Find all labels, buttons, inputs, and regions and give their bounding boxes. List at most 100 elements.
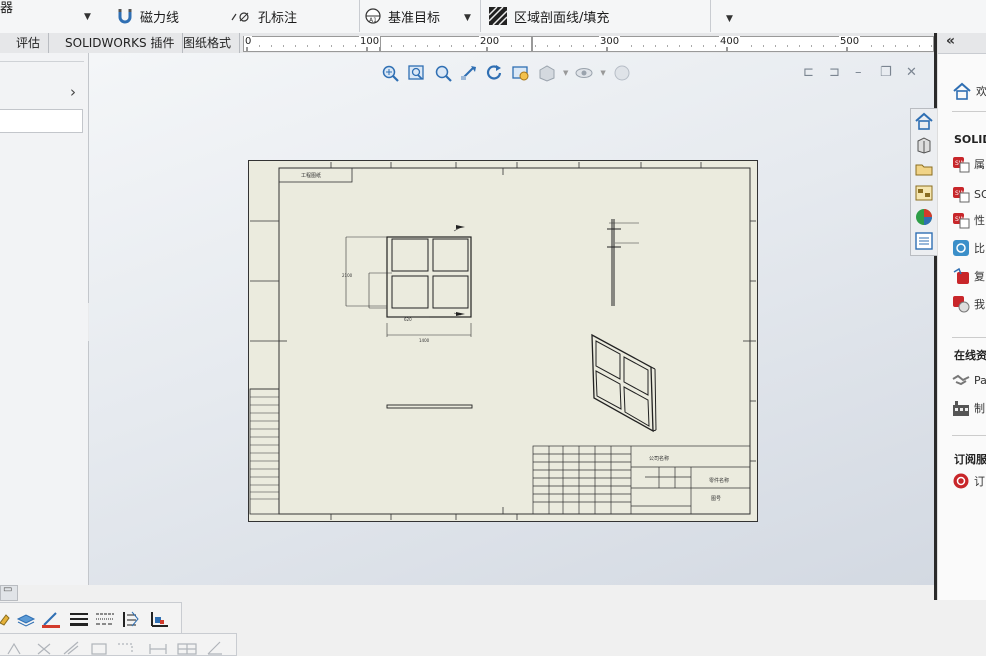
- online-resource-label: 制: [974, 402, 985, 415]
- collapse-pane-icon[interactable]: «: [946, 33, 955, 49]
- zoom-to-fit-icon[interactable]: [381, 64, 401, 82]
- line-format-icons: [0, 611, 168, 628]
- zoom-to-area-icon[interactable]: [407, 64, 427, 82]
- online-resource-item[interactable]: 制: [952, 397, 985, 419]
- display-style-icon[interactable]: [537, 64, 557, 82]
- sketch-tool-icon[interactable]: [177, 643, 197, 655]
- svg-text:零件名称: 零件名称: [709, 477, 729, 484]
- feature-manager-panel: ›: [0, 53, 89, 585]
- magnetic-line-label: 磁力线: [140, 10, 180, 26]
- ruler-label: 400: [719, 36, 741, 47]
- task-pane: « 欢 SOLIDV SW 属 SW SO SW 性 比 复 我 在线资 Pa …: [937, 33, 986, 600]
- chevron-right-icon[interactable]: ›: [70, 83, 76, 101]
- chevron-down-icon[interactable]: ▼: [726, 14, 733, 24]
- online-resource-item[interactable]: Pa: [952, 369, 986, 391]
- subscription-icon: [953, 473, 969, 489]
- ruler-label: 200: [479, 36, 501, 47]
- sketch-tool-icon[interactable]: [118, 643, 133, 654]
- line-style-icon[interactable]: [96, 613, 114, 625]
- chevron-down-icon[interactable]: ▼: [464, 13, 471, 23]
- layer-properties-icon[interactable]: [16, 614, 36, 624]
- hole-callout-label: 孔标注: [258, 10, 298, 26]
- file-explorer-icon[interactable]: [914, 159, 934, 179]
- hatch-icon: [488, 6, 508, 26]
- chevron-down-icon[interactable]: ▼: [84, 12, 91, 22]
- previous-view-icon[interactable]: [433, 64, 453, 82]
- datum-target-button[interactable]: A1 基准目标: [364, 4, 440, 28]
- home-icon: [953, 82, 971, 100]
- resource-item[interactable]: 复: [952, 265, 985, 287]
- sketch-tool-icon[interactable]: [207, 641, 222, 655]
- ruler-label: 0: [244, 36, 253, 47]
- svg-text:图号: 图号: [711, 496, 721, 502]
- home-icon[interactable]: [914, 111, 934, 131]
- ribbon-separator: [710, 0, 711, 32]
- chevron-down-icon[interactable]: ▼: [600, 69, 605, 77]
- close-icon[interactable]: ✕: [906, 65, 917, 80]
- line-thickness-icon[interactable]: [70, 613, 88, 626]
- section-heading: 在线资: [954, 349, 986, 362]
- pan-icon[interactable]: [459, 64, 479, 82]
- svg-text:620: 620: [404, 317, 412, 322]
- panel-expander[interactable]: ›: [0, 81, 84, 105]
- area-hatch-button[interactable]: 区域剖面线/填充: [488, 4, 609, 28]
- next-sheet-icon[interactable]: ⊐: [829, 65, 840, 80]
- line-color-icon[interactable]: [43, 612, 57, 626]
- ruler-label: 500: [839, 36, 861, 47]
- magnet-icon: [118, 9, 132, 24]
- view-orientation-icon[interactable]: [511, 64, 531, 82]
- drawing-sheet[interactable]: 工程图纸 2100 1400 620 公司名称 零件名称 图号: [248, 160, 758, 522]
- tab-sheet-format[interactable]: 图纸格式: [175, 33, 241, 53]
- color-display-mode-icon[interactable]: [151, 612, 168, 627]
- svg-text:工程图纸: 工程图纸: [301, 172, 321, 179]
- layer-icon[interactable]: [0, 614, 10, 626]
- resource-label: SO: [974, 187, 986, 201]
- rotate-view-icon[interactable]: [485, 64, 505, 82]
- model-tab[interactable]: ▭: [0, 584, 18, 601]
- solidworks-resource-icon: SW: [953, 187, 970, 203]
- resource-item[interactable]: SW SO: [952, 183, 986, 205]
- command-ribbon: 器 ▼ 磁力线 孔标注 A1 基准目标 ▼ 区域剖面线/填充 ▼: [0, 0, 986, 34]
- hide-show-items-icon[interactable]: [574, 64, 594, 82]
- partial-tool-label[interactable]: 器: [0, 0, 13, 18]
- divider: [0, 61, 84, 62]
- sketch-tools-toolbar: [0, 633, 237, 656]
- resource-item[interactable]: SW 性: [952, 209, 985, 231]
- view-palette-icon[interactable]: [914, 183, 934, 203]
- magnetic-line-button[interactable]: 磁力线: [116, 4, 179, 28]
- subscription-item[interactable]: 订: [952, 470, 985, 492]
- restore-icon[interactable]: ❐: [880, 65, 892, 80]
- sketch-tool-icon[interactable]: [7, 642, 21, 655]
- resource-item[interactable]: 我: [952, 293, 985, 315]
- tab-evaluate[interactable]: 评估: [8, 33, 50, 53]
- ribbon-separator: [480, 0, 481, 32]
- partner-handshake-icon: [952, 374, 970, 386]
- svg-text:公司名称: 公司名称: [649, 455, 669, 462]
- resource-item[interactable]: SW 属: [952, 153, 985, 175]
- appearance-icon[interactable]: [612, 64, 632, 82]
- subscription-label: 订: [974, 475, 985, 488]
- resource-label: 复: [974, 270, 985, 283]
- tab-solidworks-addins[interactable]: SOLIDWORKS 插件: [57, 33, 184, 53]
- hole-callout-button[interactable]: 孔标注: [230, 4, 297, 28]
- minimize-icon[interactable]: –: [855, 65, 862, 80]
- design-library-icon[interactable]: [914, 135, 934, 155]
- sketch-tool-icon[interactable]: [63, 641, 79, 655]
- area-hatch-label: 区域剖面线/填充: [514, 10, 610, 26]
- sketch-tool-icon[interactable]: [37, 643, 51, 655]
- appearances-icon[interactable]: [914, 207, 934, 227]
- previous-sheet-icon[interactable]: ⊏: [803, 65, 814, 80]
- chevron-down-icon[interactable]: ▼: [563, 69, 568, 77]
- svg-text:A1: A1: [369, 17, 377, 24]
- filter-input[interactable]: [0, 109, 83, 133]
- hide-show-edges-icon[interactable]: [123, 611, 139, 627]
- divider: [952, 435, 986, 436]
- sketch-tool-icon[interactable]: [149, 644, 167, 654]
- resource-item[interactable]: 比: [952, 237, 985, 259]
- horizontal-ruler: 0 100 200 300 400 500: [243, 36, 934, 52]
- ruler-label: 300: [599, 36, 621, 47]
- sketch-tool-icon[interactable]: [91, 643, 107, 655]
- welcome-item[interactable]: 欢: [952, 80, 986, 102]
- resource-label: 性: [974, 214, 985, 227]
- custom-properties-icon[interactable]: [914, 231, 934, 251]
